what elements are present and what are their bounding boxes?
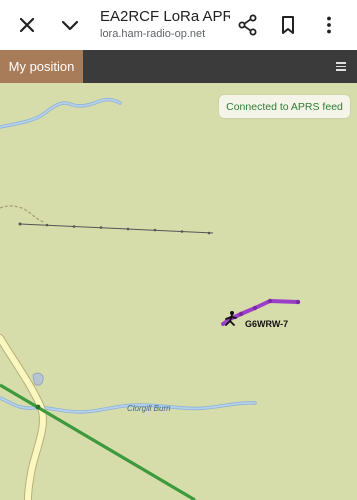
tab-my-position[interactable]: My position [0,50,83,83]
footpath [0,205,45,223]
page-title: EA2RCF LoRa APR… [100,8,230,25]
hamburger-icon[interactable] [333,58,349,74]
feed-status-badge: Connected to APRS feed [219,95,350,118]
station-callsign-label[interactable]: G6WRW-7 [245,319,288,329]
site-navbar: My position [0,50,357,83]
road-main [0,334,47,500]
map-canvas [0,97,301,500]
bookmark-icon[interactable] [275,12,301,38]
more-vert-icon[interactable] [316,12,342,38]
page-url[interactable]: lora.ham-radio-op.net [100,27,240,41]
waterway-label: Clorgill Burn [127,404,171,413]
pond [32,372,44,386]
close-icon[interactable] [14,12,40,38]
fence-line [18,222,214,235]
station-walker-icon [225,311,237,326]
browser-toolbar: EA2RCF LoRa APR… lora.ham-radio-op.net [0,0,357,50]
map-view[interactable]: Connected to APRS feed G6WRW-7 Clorgill … [0,83,357,500]
chevron-down-icon[interactable] [57,12,83,38]
share-icon[interactable] [235,12,261,38]
